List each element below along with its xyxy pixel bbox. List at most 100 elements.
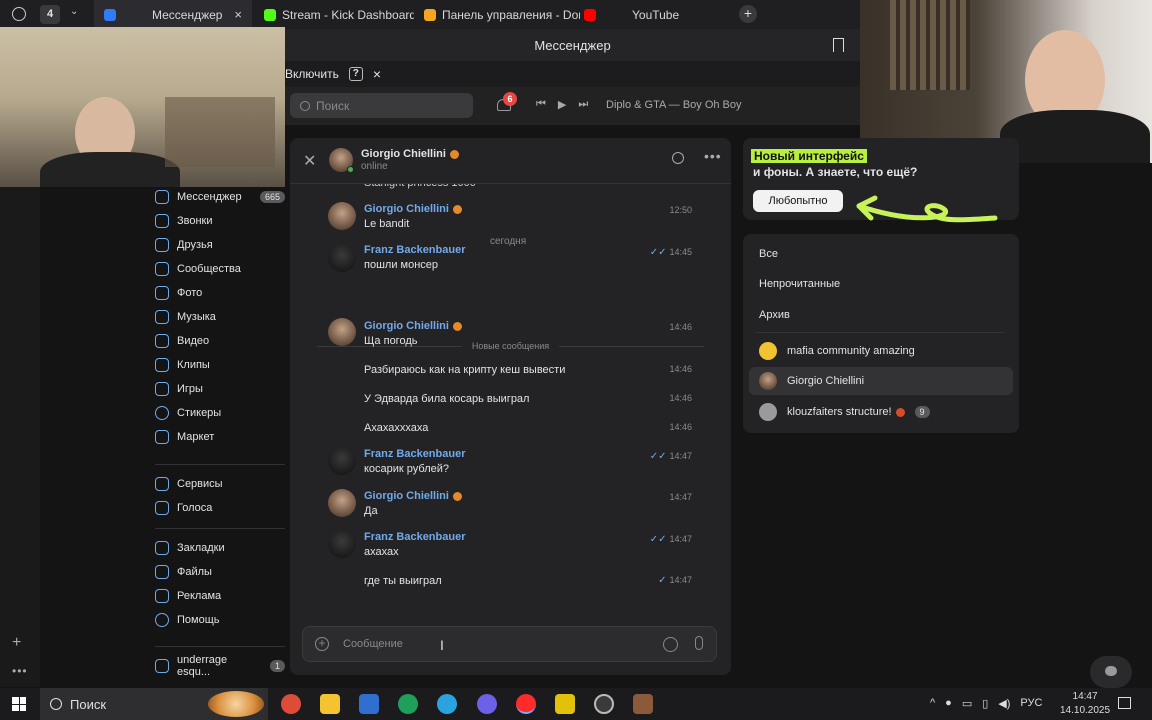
close-infobar-button[interactable]: × xyxy=(373,66,381,82)
microphone-icon[interactable]: ● xyxy=(945,697,952,710)
game-icon[interactable] xyxy=(633,694,653,714)
nav-item-games[interactable]: Игры xyxy=(155,377,285,401)
conversation-item[interactable]: mafia community amazing xyxy=(749,337,1013,365)
bookmark-icon xyxy=(155,541,169,555)
obs-icon[interactable] xyxy=(594,694,614,714)
language-indicator[interactable]: РУС xyxy=(1020,697,1042,710)
search-input[interactable]: Поиск xyxy=(290,93,473,118)
nav-item-services[interactable]: Сервисы xyxy=(155,472,285,496)
app-icon[interactable] xyxy=(555,694,575,714)
filter-all[interactable]: Все xyxy=(759,248,778,260)
message-text: Разбираюсь как на крипту кеш вывести xyxy=(364,364,566,376)
plus-icon[interactable]: + xyxy=(12,634,21,652)
filter-unread[interactable]: Непрочитанные xyxy=(759,278,840,290)
discord-icon[interactable] xyxy=(477,694,497,714)
avatar[interactable] xyxy=(328,202,356,230)
search-icon[interactable] xyxy=(672,152,684,164)
chevron-up-icon[interactable]: ^ xyxy=(930,697,935,710)
nav-item-bookmarks[interactable]: Закладки xyxy=(155,536,285,560)
nav-item-help[interactable]: Помощь xyxy=(155,608,285,632)
nav-item-ads[interactable]: Реклама xyxy=(155,584,285,608)
nav-label: Реклама xyxy=(177,590,222,602)
nav-item-messenger[interactable]: Мессенджер 665 xyxy=(155,185,285,209)
nav-item-clips[interactable]: Клипы xyxy=(155,353,285,377)
battery-icon[interactable]: ▯ xyxy=(982,697,988,710)
avatar[interactable] xyxy=(328,530,356,558)
yandex-icon[interactable] xyxy=(516,694,536,714)
sender-name[interactable]: Franz Backenbauer xyxy=(364,531,465,543)
avatar[interactable] xyxy=(328,489,356,517)
store-icon[interactable] xyxy=(359,694,379,714)
tab-label: YouTube xyxy=(632,7,680,22)
nav-item-group[interactable]: underrage esqu... 1 xyxy=(155,654,285,678)
browser-icon[interactable] xyxy=(398,694,418,714)
windows-start-icon[interactable] xyxy=(12,697,26,711)
conversation-item[interactable]: klouzfaiters structure! 9 xyxy=(749,398,1013,426)
sender-name-text: Giorgio Chiellini xyxy=(364,203,449,215)
nav-label: Звонки xyxy=(177,215,213,227)
avatar[interactable] xyxy=(328,447,356,475)
nav-item-photos[interactable]: Фото xyxy=(155,281,285,305)
sender-name[interactable]: Giorgio Chiellini xyxy=(364,203,462,215)
folder-icon[interactable] xyxy=(320,694,340,714)
clock-date: 14.10.2025 xyxy=(1060,705,1111,716)
tab-messenger[interactable]: Мессенджер × xyxy=(94,0,252,29)
nav-item-market[interactable]: Маркет xyxy=(155,425,285,449)
sender-name[interactable]: Franz Backenbauer xyxy=(364,244,465,256)
message-input[interactable]: Сообщение xyxy=(343,638,403,650)
sender-name[interactable]: Giorgio Chiellini xyxy=(364,320,462,332)
history-icon[interactable] xyxy=(12,7,26,21)
play-icon[interactable]: ▶ xyxy=(558,98,566,111)
nav-item-files[interactable]: Файлы xyxy=(155,560,285,584)
audio-player: ⏮ ▶ ⏭ xyxy=(536,98,588,111)
volume-icon[interactable]: ◀) xyxy=(998,697,1010,710)
telegram-icon[interactable] xyxy=(437,694,457,714)
time-text: 14:45 xyxy=(669,247,692,257)
microphone-icon[interactable] xyxy=(695,636,703,650)
emoji-icon[interactable] xyxy=(663,637,678,652)
peer-name[interactable]: Giorgio Chiellini xyxy=(361,148,459,160)
clock[interactable]: 14:47 14.10.2025 xyxy=(1060,690,1110,718)
sender-name[interactable]: Franz Backenbauer xyxy=(364,448,465,460)
avatar[interactable] xyxy=(328,318,356,346)
nav-item-votes[interactable]: Голоса xyxy=(155,496,285,520)
network-icon[interactable]: ▭ xyxy=(962,697,972,710)
chat-bubble-icon[interactable] xyxy=(1090,656,1132,688)
filter-archive[interactable]: Архив xyxy=(759,309,790,321)
previous-track-icon[interactable]: ⏮ xyxy=(536,98,546,111)
attach-icon[interactable]: + xyxy=(315,637,329,651)
promo-button[interactable]: Любопытно xyxy=(753,190,843,212)
new-tab-button[interactable]: + xyxy=(739,5,757,23)
tab-count[interactable]: 4 xyxy=(40,5,60,24)
message-list[interactable]: Starlight princess 1000 сегодня Giorgio … xyxy=(290,177,731,624)
help-icon[interactable]: ? xyxy=(348,67,363,81)
message-composer[interactable]: + Сообщение xyxy=(302,626,717,662)
conversation-filters: Все Непрочитанные Архив mafia community … xyxy=(743,234,1019,433)
next-track-icon[interactable]: ⏭ xyxy=(578,98,588,111)
nav-item-music[interactable]: Музыка xyxy=(155,305,285,329)
close-icon[interactable]: × xyxy=(234,7,242,22)
sender-name[interactable]: Giorgio Chiellini xyxy=(364,490,462,502)
avatar[interactable] xyxy=(328,244,356,272)
nav-item-video[interactable]: Видео xyxy=(155,329,285,353)
close-icon[interactable]: ✕ xyxy=(303,151,316,171)
nav-item-communities[interactable]: Сообщества xyxy=(155,257,285,281)
chevron-down-icon[interactable]: ⌄ xyxy=(70,6,78,17)
tab-donation[interactable]: Панель управления - Don xyxy=(414,0,580,29)
enable-button[interactable]: Включить xyxy=(285,67,339,81)
bookmark-icon[interactable] xyxy=(833,38,844,52)
conversation-name: mafia community amazing xyxy=(787,345,915,357)
more-icon[interactable]: ••• xyxy=(12,664,28,678)
nav-item-friends[interactable]: Друзья xyxy=(155,233,285,257)
nav-item-stickers[interactable]: Стикеры xyxy=(155,401,285,425)
conversation-item[interactable]: Giorgio Chiellini xyxy=(749,367,1013,395)
chrome-icon[interactable] xyxy=(281,694,301,714)
nav-item-calls[interactable]: Звонки xyxy=(155,209,285,233)
sticker-icon xyxy=(155,406,169,420)
tab-youtube[interactable]: YouTube xyxy=(574,0,724,29)
notifications-icon[interactable] xyxy=(1118,697,1131,709)
current-track[interactable]: Diplo & GTA — Boy Oh Boy xyxy=(606,99,742,111)
tab-kick[interactable]: Stream - Kick Dashboard xyxy=(254,0,414,29)
more-icon[interactable]: ••• xyxy=(704,148,722,164)
nav-divider xyxy=(155,464,285,465)
